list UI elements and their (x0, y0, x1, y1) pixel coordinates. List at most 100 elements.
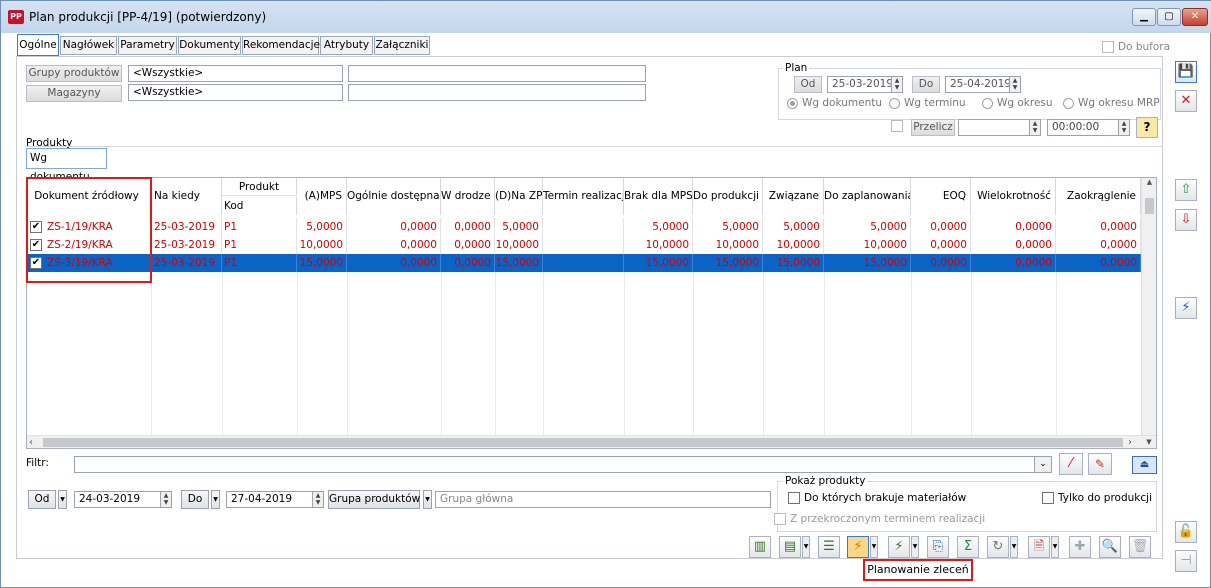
planowanie-zlecen-dropdown-icon[interactable]: ▼ (870, 536, 878, 558)
radio-wg-terminu[interactable] (889, 98, 900, 109)
filter-settings-icon[interactable]: ✎ (1088, 453, 1112, 475)
tab-wg-dokumentu[interactable]: Wg dokumentu (26, 148, 107, 183)
col-w-drodze[interactable]: W drodze (441, 178, 495, 215)
grupy-produktow-desc-field[interactable] (348, 65, 646, 82)
upload-filter-icon[interactable]: ⏏ (1132, 456, 1157, 474)
document-button[interactable]: 🗎 (1028, 536, 1050, 558)
lightning-green-button[interactable]: ⚡ (888, 536, 910, 558)
scroll-up-icon[interactable]: ▲ (1142, 178, 1156, 188)
plan-do-spinner[interactable]: ▲ ▼ (1009, 76, 1021, 93)
grupy-produktow-button[interactable]: Grupy produktów (26, 65, 122, 82)
vertical-scroll-thumb[interactable] (1145, 198, 1154, 214)
magazyny-field[interactable]: <Wszystkie> (128, 84, 343, 101)
col-na-kiedy[interactable]: Na kiedy (151, 178, 222, 215)
tab-parametry[interactable]: Parametry (118, 36, 177, 55)
filtr-dropdown-icon[interactable]: ⌄ (1034, 456, 1052, 473)
plan-od-field[interactable]: 25-03-2019 (827, 76, 892, 93)
col-d-na-zp[interactable]: (D)Na ZP (495, 178, 543, 215)
export-button[interactable]: ⎘ (927, 536, 949, 558)
help-icon[interactable]: ? (1136, 117, 1158, 138)
col-zwiazane[interactable]: Związane (763, 178, 824, 215)
col-kod[interactable]: Kod (222, 197, 297, 215)
bottom-od-button[interactable]: Od (28, 490, 56, 509)
grupa-produktow-dropdown-icon[interactable]: ▼ (423, 490, 432, 509)
horizontal-scroll-thumb[interactable] (43, 438, 1123, 447)
plan-od-spinner[interactable]: ▲ ▼ (891, 76, 903, 93)
radio-wg-okresu-mrp[interactable] (1063, 98, 1074, 109)
col-brak-dla-mps[interactable]: Brak dla MPS (624, 178, 693, 215)
col-a-mps[interactable]: (A)MPS (297, 178, 347, 215)
generate-dropdown-icon[interactable]: ▼ (802, 536, 810, 558)
add-button[interactable]: ✚ (1069, 536, 1091, 558)
magazyny-desc-field[interactable] (348, 84, 646, 101)
tab-ogolne[interactable]: Ogólne (17, 34, 59, 56)
refresh-dropdown-icon[interactable]: ▼ (1010, 536, 1018, 558)
tab-zalaczniki[interactable]: Załączniki (374, 36, 430, 55)
col-wielokrotnosc[interactable]: Wielokrotność (971, 178, 1056, 215)
sum-button[interactable]: Σ (957, 536, 979, 558)
col-produkt[interactable]: Produkt (222, 178, 297, 196)
brakuje-materialow-checkbox[interactable] (788, 492, 800, 504)
search-button[interactable]: 🔍 (1099, 536, 1121, 558)
bottom-od-field[interactable]: 24-03-2019 (74, 491, 161, 508)
table-row-selected[interactable]: ✔ ZS-3/19/KRA 25-03-2019 P1 15,0000 0,00… (27, 254, 1143, 272)
planowanie-zlecen-button[interactable]: ⚡ (847, 536, 869, 558)
tab-dokumenty[interactable]: Dokumenty (178, 36, 241, 55)
plan-do-field[interactable]: 25-04-2019 (945, 76, 1010, 93)
bottom-do-spinner[interactable]: ▲ ▼ (312, 491, 324, 508)
lock-button[interactable]: 🔓 (1175, 521, 1197, 543)
cancel-button[interactable]: ✕ (1175, 90, 1197, 112)
generate-button[interactable]: ▤ (779, 536, 801, 558)
scroll-down-icon[interactable]: ▼ (1143, 436, 1155, 448)
document-dropdown-icon[interactable]: ▼ (1051, 536, 1059, 558)
radio-wg-dokumentu[interactable] (787, 98, 798, 109)
filtr-input[interactable] (74, 456, 1052, 473)
col-eoq[interactable]: EOQ (911, 178, 971, 215)
maximize-button[interactable]: ▢ (1157, 8, 1181, 26)
bottom-od-spinner[interactable]: ▲ ▼ (160, 491, 172, 508)
przelicz-button[interactable]: Przelicz (911, 119, 955, 136)
list-button[interactable]: ☰ (818, 536, 840, 558)
table-row[interactable]: ✔ ZS-1/19/KRA 25-03-2019 P1 5,0000 0,000… (27, 218, 1143, 236)
vertical-scrollbar[interactable]: ▲ (1141, 178, 1156, 435)
pin-button[interactable]: ⊣ (1175, 550, 1197, 572)
przelicz-checkbox[interactable] (891, 120, 903, 132)
move-down-button[interactable]: ⇩ (1175, 209, 1197, 231)
bottom-do-field[interactable]: 27-04-2019 (226, 491, 313, 508)
col-do-zaplanowania[interactable]: Do zaplanowania (824, 178, 911, 215)
side-lightning-button[interactable]: ⚡ (1175, 297, 1197, 319)
bottom-do-dropdown-icon[interactable]: ▼ (211, 490, 220, 509)
chart-button[interactable]: ▥ (749, 536, 771, 558)
save-button[interactable]: 💾 (1175, 61, 1197, 83)
tab-atrybuty[interactable]: Atrybuty (320, 36, 373, 55)
scroll-left-icon[interactable]: ‹ (29, 436, 41, 448)
refresh-button[interactable]: ↻ (987, 536, 1009, 558)
przekroczony-termin-checkbox[interactable] (774, 513, 786, 525)
scroll-right-icon[interactable]: › (1128, 436, 1140, 448)
col-zaokraglenie[interactable]: Zaokrąglenie (1056, 178, 1141, 215)
time-field[interactable]: 00:00:00 (1047, 119, 1119, 136)
do-bufora-checkbox[interactable] (1102, 41, 1114, 53)
przelicz-spinner[interactable]: ▲ ▼ (1029, 119, 1041, 136)
bottom-do-button[interactable]: Do (181, 490, 209, 509)
grupy-produktow-field[interactable]: <Wszystkie> (128, 65, 343, 82)
tylko-do-produkcji-checkbox[interactable] (1042, 492, 1054, 504)
clear-filter-icon[interactable]: ⁄ (1059, 453, 1083, 475)
col-ogolnie-dostepna[interactable]: Ogólnie dostępna (347, 178, 441, 215)
table-row[interactable]: ✔ ZS-2/19/KRA 25-03-2019 P1 10,0000 0,00… (27, 236, 1143, 254)
magazyny-button[interactable]: Magazyny (26, 85, 122, 102)
bottom-od-dropdown-icon[interactable]: ▼ (58, 490, 67, 509)
col-do-produkcji[interactable]: Do produkcji (693, 178, 763, 215)
close-button[interactable]: ✕ (1182, 8, 1208, 26)
przelicz-field[interactable] (958, 119, 1030, 136)
time-spinner[interactable]: ▲ ▼ (1118, 119, 1130, 136)
grupa-produktow-value[interactable]: Grupa główna (435, 491, 771, 508)
tab-naglowek[interactable]: Nagłówek (60, 36, 117, 55)
delete-button[interactable]: 🗑 (1129, 536, 1151, 558)
lightning-green-dropdown-icon[interactable]: ▼ (911, 536, 919, 558)
radio-wg-okresu[interactable] (982, 98, 993, 109)
grupa-produktow-button[interactable]: Grupa produktów (328, 490, 420, 509)
col-termin-realizacji[interactable]: Termin realizacji (543, 178, 624, 215)
move-up-button[interactable]: ⇧ (1175, 179, 1197, 201)
tab-rekomendacje[interactable]: Rekomendacje (242, 36, 320, 55)
